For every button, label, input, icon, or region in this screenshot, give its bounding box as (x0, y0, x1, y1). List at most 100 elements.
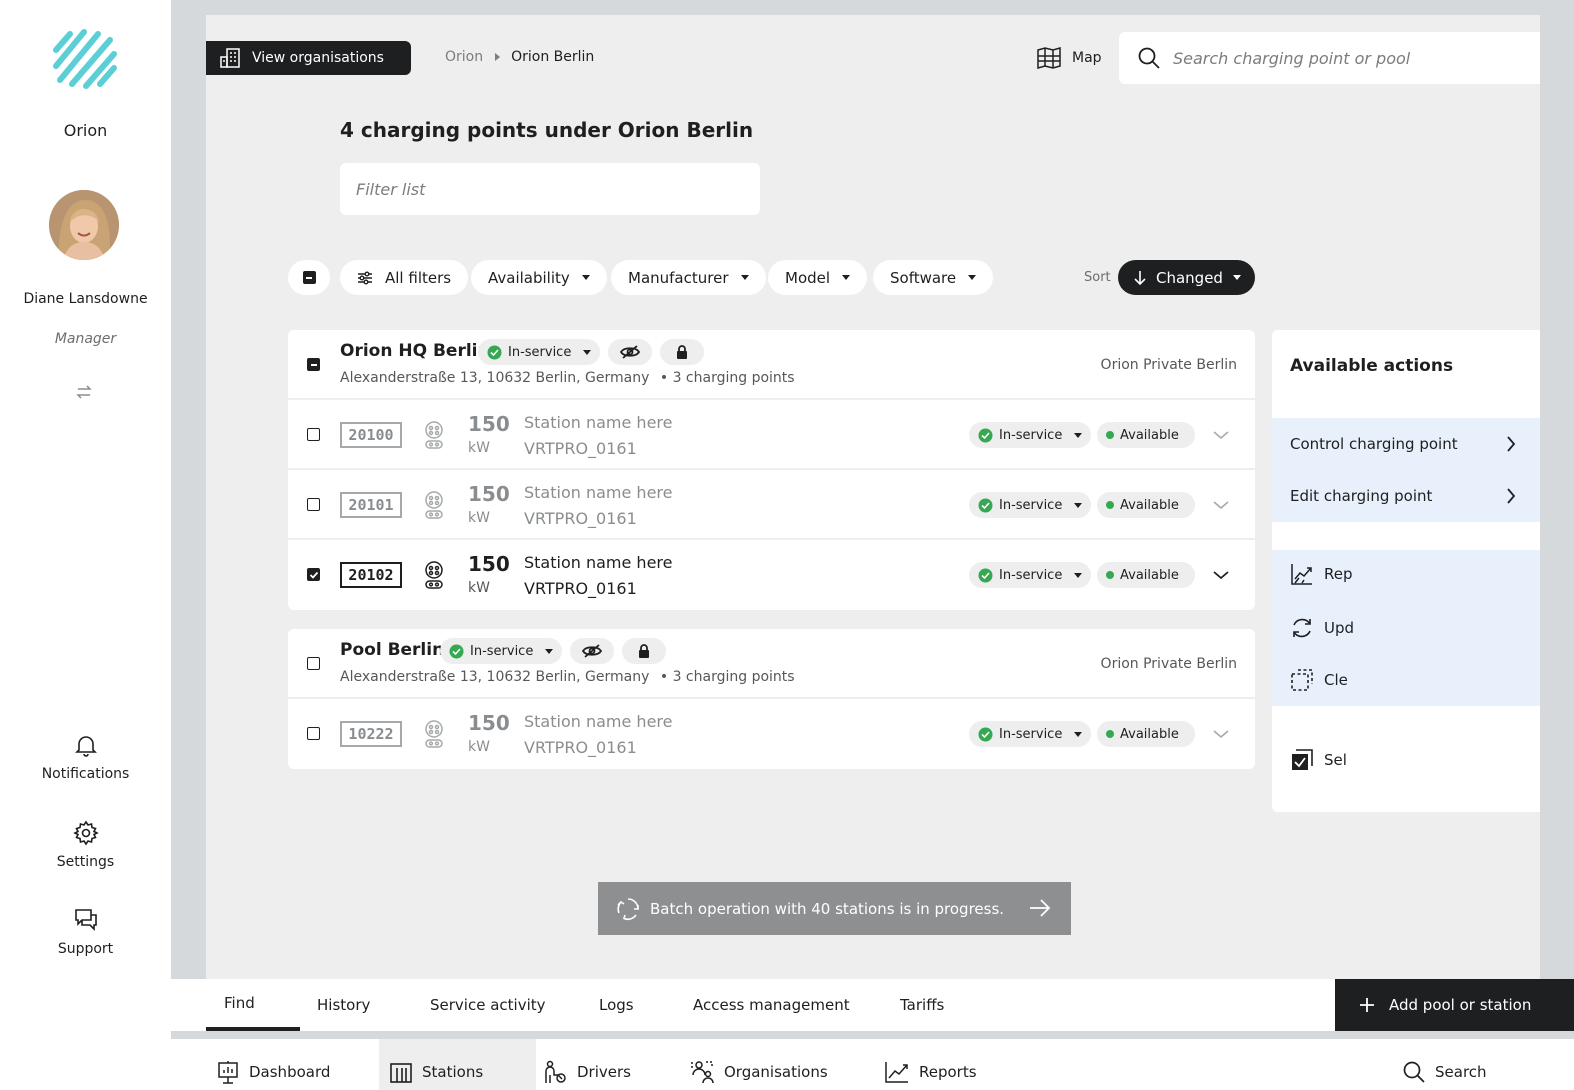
charging-point-checkbox[interactable] (307, 428, 320, 441)
software-filter-chip[interactable]: Software (873, 260, 994, 295)
chevron-down-icon[interactable] (1212, 567, 1230, 583)
pool-status-dropdown[interactable]: In-service (440, 638, 563, 664)
sort-dropdown[interactable]: Changed (1118, 260, 1255, 295)
nav-stations[interactable]: Stations (379, 1039, 537, 1090)
select-all-checkbox[interactable] (288, 260, 330, 295)
search-input[interactable] (1173, 48, 1533, 68)
available-dot-icon (1106, 501, 1114, 509)
caret-down-icon (1074, 731, 1083, 737)
driver-icon (545, 1060, 566, 1083)
check-circle-icon (978, 727, 993, 741)
charging-point-power: 150 (468, 482, 510, 506)
report-action[interactable]: Rep (1290, 562, 1353, 586)
hidden-tag[interactable] (608, 339, 653, 365)
action-label: Edit charging point (1290, 487, 1433, 505)
nav-search[interactable]: Search (1403, 1039, 1487, 1090)
filter-list-input[interactable] (340, 163, 760, 215)
user-name: Diane Lansdowne (23, 291, 148, 307)
update-action[interactable]: Upd (1290, 616, 1354, 640)
sidebar-link-label: Support (57, 941, 114, 957)
connector-icon (425, 491, 443, 519)
map-button[interactable]: Map (1036, 46, 1102, 70)
avatar[interactable] (49, 190, 119, 260)
sidebar-link-settings[interactable]: Settings (0, 820, 171, 870)
charging-point-unit: kW (468, 739, 490, 755)
edit-charging-point-action[interactable]: Edit charging point (1272, 470, 1540, 522)
building-icon (220, 48, 240, 68)
chevron-down-icon[interactable] (1212, 726, 1230, 742)
nav-dashboard[interactable]: Dashboard (217, 1039, 330, 1090)
chevron-down-icon[interactable] (1212, 497, 1230, 513)
charging-point-name: Station name here (524, 413, 673, 432)
tab-access-management[interactable]: Access management (693, 979, 850, 1031)
breadcrumb-orion[interactable]: Orion (445, 49, 483, 65)
nav-reports[interactable]: Reports (885, 1039, 977, 1090)
switch-account-icon[interactable] (75, 383, 93, 401)
hidden-tag[interactable] (570, 638, 615, 664)
locked-tag[interactable] (660, 339, 705, 365)
pool-checkbox[interactable] (307, 358, 320, 371)
stations-icon (390, 1062, 412, 1083)
pool-status-label: In-service (470, 643, 534, 659)
select-all-action[interactable]: Sel (1290, 748, 1347, 772)
tab-history[interactable]: History (317, 979, 370, 1031)
charging-point-checkbox[interactable] (307, 498, 320, 511)
tab-logs[interactable]: Logs (599, 979, 634, 1031)
nav-organisations[interactable]: Organisations (690, 1039, 828, 1090)
manufacturer-filter-chip[interactable]: Manufacturer (611, 260, 766, 295)
charging-point-row[interactable]: 20101 150 kW Station name here VRTPRO_01… (288, 470, 1255, 540)
update-icon (1293, 618, 1311, 638)
bottom-nav: Dashboard Stations Drivers Organisations… (171, 1039, 1574, 1090)
charging-point-checkbox[interactable] (307, 727, 320, 740)
availability-filter-chip[interactable]: Availability (471, 260, 607, 295)
action-item-label: Sel (1324, 751, 1347, 769)
batch-progress-toast[interactable]: Batch operation with 40 stations is in p… (598, 882, 1071, 935)
charging-point-id: 20102 (340, 562, 402, 588)
nav-label: Stations (422, 1062, 484, 1081)
charging-point-status-dropdown[interactable]: In-service (969, 562, 1092, 588)
view-organisations-label: View organisations (252, 50, 384, 66)
tab-tariffs[interactable]: Tariffs (900, 979, 944, 1031)
availability-label: Available (1120, 567, 1179, 583)
tab-label: Access management (693, 996, 850, 1014)
chevron-down-icon[interactable] (1212, 427, 1230, 443)
charging-point-unit: kW (468, 580, 490, 596)
tab-service-activity[interactable]: Service activity (430, 979, 546, 1031)
pool-name[interactable]: Pool Berlin (340, 640, 444, 660)
charging-point-row-selected[interactable]: 20102 150 kW Station name here VRTPRO_01… (288, 540, 1255, 610)
tabs-bar: Find History Service activity Logs Acces… (171, 979, 1574, 1031)
charging-point-name: Station name here (524, 712, 673, 731)
nav-drivers[interactable]: Drivers (543, 1039, 631, 1090)
charging-point-row[interactable]: 20100 150 kW Station name here VRTPRO_01… (288, 400, 1255, 470)
chevron-right-icon (495, 53, 501, 61)
pool-header[interactable]: Orion HQ Berlin In-service Alexanderstra… (288, 330, 1255, 400)
user-role: Manager (54, 331, 117, 347)
pool-address: Alexanderstraße 13, 10632 Berlin, German… (340, 370, 795, 386)
charging-point-unit: kW (468, 440, 490, 456)
control-charging-point-action[interactable]: Control charging point (1272, 418, 1540, 470)
charging-point-checkbox[interactable] (307, 568, 320, 581)
partial-checkbox-icon (302, 271, 316, 284)
clear-selection-action[interactable]: Cle (1290, 668, 1348, 692)
chevron-right-icon (1507, 436, 1516, 452)
charging-point-id: 10222 (340, 721, 402, 747)
sidebar-link-support[interactable]: Support (0, 907, 171, 957)
sidebar-link-notifications[interactable]: Notifications (0, 732, 171, 782)
charging-point-id: 20100 (340, 422, 402, 448)
charging-point-status-dropdown[interactable]: In-service (969, 721, 1092, 747)
available-actions-panel: Available actions Control charging point… (1272, 330, 1540, 812)
charging-point-row[interactable]: 10222 150 kW Station name here VRTPRO_01… (288, 699, 1255, 769)
view-organisations-button[interactable]: View organisations (206, 41, 411, 75)
charging-point-status-dropdown[interactable]: In-service (969, 422, 1092, 448)
status-label: In-service (999, 497, 1063, 513)
locked-tag[interactable] (622, 638, 667, 664)
add-pool-or-station-button[interactable]: Add pool or station (1335, 979, 1574, 1031)
pool-name[interactable]: Orion HQ Berlin (340, 341, 490, 361)
pool-status-dropdown[interactable]: In-service (478, 339, 601, 365)
all-filters-chip[interactable]: All filters (340, 260, 469, 295)
tab-find[interactable]: Find (206, 979, 300, 1031)
model-filter-chip[interactable]: Model (768, 260, 868, 295)
charging-point-status-dropdown[interactable]: In-service (969, 492, 1092, 518)
pool-header[interactable]: Pool Berlin In-service Alexanderstraße 1… (288, 629, 1255, 699)
pool-checkbox[interactable] (307, 657, 320, 670)
